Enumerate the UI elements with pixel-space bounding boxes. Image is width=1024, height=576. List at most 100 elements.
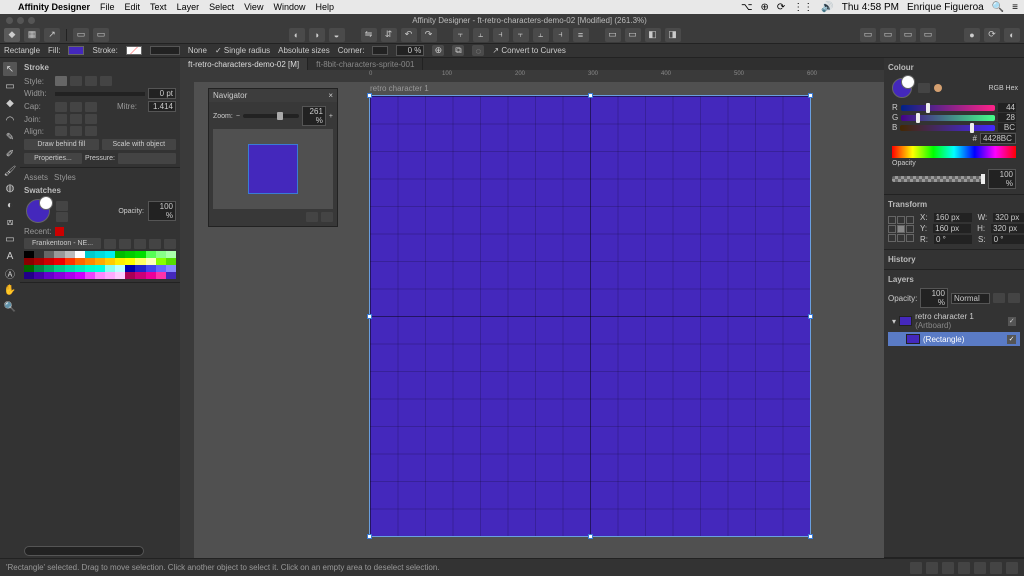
toolbar-btn[interactable]: ⧉ <box>452 45 464 56</box>
toolbar-btn[interactable]: ▭ <box>625 28 641 42</box>
anchor-grid[interactable] <box>888 216 914 242</box>
arrange-icon[interactable]: ≡ <box>573 28 589 42</box>
navigator-panel[interactable]: Navigator× Zoom:−261 %+ <box>208 88 338 227</box>
join-round[interactable] <box>70 114 82 124</box>
colour-selector[interactable] <box>892 78 912 98</box>
swatch-cell[interactable] <box>166 272 176 279</box>
picker-icon[interactable] <box>918 83 930 93</box>
menu-view[interactable]: View <box>244 2 263 12</box>
convert-curves-button[interactable]: ↗ Convert to Curves <box>492 46 565 55</box>
swatch-cell[interactable] <box>146 272 156 279</box>
artboard-tool-icon[interactable]: ▭ <box>3 79 17 93</box>
palette-opt[interactable] <box>149 239 161 249</box>
width-slider[interactable] <box>55 92 145 96</box>
pencil-tool-icon[interactable]: ✐ <box>3 147 17 161</box>
width-value[interactable]: 0 pt <box>148 88 176 99</box>
r-input[interactable]: 0 ° <box>934 235 972 244</box>
selection-handle[interactable] <box>808 534 813 539</box>
toolbar-btn[interactable]: ◌ <box>472 45 484 56</box>
selection-handle[interactable] <box>808 93 813 98</box>
swatch-cell[interactable] <box>135 265 145 272</box>
ruler-vertical[interactable] <box>180 82 194 558</box>
selection-handle[interactable] <box>367 314 372 319</box>
swatch-cell[interactable] <box>156 258 166 265</box>
g-slider[interactable] <box>901 115 995 121</box>
status-icon[interactable] <box>926 562 938 574</box>
draw-behind-check[interactable]: Draw behind fill <box>24 139 99 150</box>
visibility-checkbox[interactable]: ✓ <box>1007 335 1016 344</box>
close-icon[interactable]: × <box>328 91 333 100</box>
swatch-cell[interactable] <box>65 258 75 265</box>
layer-row-artboard[interactable]: ▾retro character 1 (Artboard)✓ <box>888 310 1020 332</box>
layer-opacity[interactable]: 100 % <box>920 288 948 308</box>
wifi-icon[interactable]: ⋮⋮ <box>793 2 813 13</box>
opacity-value[interactable]: 100 % <box>988 169 1016 189</box>
pen-tool-icon[interactable]: ✎ <box>3 130 17 144</box>
toolbar-btn[interactable]: ◑ <box>309 28 325 42</box>
toolbar-btn[interactable]: ▭ <box>860 28 876 42</box>
swatch-cell[interactable] <box>85 272 95 279</box>
cap-round[interactable] <box>70 102 82 112</box>
persona-pixel-icon[interactable]: ▦ <box>24 28 40 42</box>
selection-handle[interactable] <box>808 314 813 319</box>
abs-sizes-check[interactable]: Absolute sizes <box>278 46 330 55</box>
opacity-value[interactable]: 100 % <box>148 201 176 221</box>
selection-handle[interactable] <box>588 93 593 98</box>
toolbar-btn[interactable]: ◐ <box>289 28 305 42</box>
menu-layer[interactable]: Layer <box>177 2 200 12</box>
swatch-cell[interactable] <box>34 251 44 258</box>
selection-handle[interactable] <box>367 534 372 539</box>
w-input[interactable]: 320 px <box>993 213 1024 222</box>
chevron-down-icon[interactable]: ▾ <box>892 317 896 326</box>
single-radius-check[interactable]: ✓ Single radius <box>215 46 270 55</box>
corner-tool-icon[interactable]: ◠ <box>3 113 17 127</box>
b-slider[interactable] <box>900 125 995 131</box>
canvas-area[interactable]: ft-retro-characters-demo-02 [M] ft-8bit-… <box>180 58 884 558</box>
zoom-tool-icon[interactable]: 🔍 <box>3 300 17 314</box>
swatch-cell[interactable] <box>125 251 135 258</box>
toolbar-btn[interactable]: ⊕ <box>432 45 444 56</box>
toolbar-btn[interactable]: ◨ <box>665 28 681 42</box>
swatch-cell[interactable] <box>95 265 105 272</box>
swatch-cell[interactable] <box>34 272 44 279</box>
zoom-slider[interactable] <box>243 114 299 118</box>
stroke-width-input[interactable] <box>150 46 180 55</box>
swatch-cell[interactable] <box>24 265 34 272</box>
doc-tab[interactable]: ft-8bit-characters-sprite-001 <box>308 58 423 70</box>
swatch-cell[interactable] <box>85 258 95 265</box>
toolbar-btn[interactable]: ◒ <box>329 28 345 42</box>
notifications-icon[interactable]: ≡ <box>1012 2 1018 13</box>
menu-edit[interactable]: Edit <box>125 2 141 12</box>
x-input[interactable]: 160 px <box>934 213 972 222</box>
palette-opt[interactable] <box>119 239 131 249</box>
menu-help[interactable]: Help <box>315 2 334 12</box>
swatch-cell[interactable] <box>24 272 34 279</box>
g-value[interactable]: 28 <box>998 113 1016 122</box>
swatch-cell[interactable] <box>65 272 75 279</box>
menu-select[interactable]: Select <box>209 2 234 12</box>
menu-text[interactable]: Text <box>150 2 167 12</box>
tray-icon[interactable]: ⟳ <box>777 2 785 13</box>
layer-opt[interactable] <box>993 293 1005 303</box>
menu-file[interactable]: File <box>100 2 115 12</box>
help-icon[interactable]: ◐ <box>1004 28 1020 42</box>
swatch-cell[interactable] <box>115 258 125 265</box>
fill-swatch[interactable] <box>68 46 84 55</box>
tab-assets[interactable]: Assets <box>24 173 48 182</box>
swatch-cell[interactable] <box>54 265 64 272</box>
pan-tool-icon[interactable]: ✋ <box>3 283 17 297</box>
swatch-cell[interactable] <box>44 272 54 279</box>
b-value[interactable]: BC <box>998 123 1016 132</box>
zoom-in-icon[interactable]: + <box>329 113 333 120</box>
swatch-cell[interactable] <box>75 258 85 265</box>
move-tool-icon[interactable]: ↖ <box>3 62 17 76</box>
clock[interactable]: Thu 4:58 PM <box>842 2 899 13</box>
swatch-cell[interactable] <box>54 251 64 258</box>
swatch-cell[interactable] <box>24 251 34 258</box>
sync-icon[interactable]: ⟳ <box>984 28 1000 42</box>
swatch-cell[interactable] <box>44 258 54 265</box>
align-middle-icon[interactable]: ⫠ <box>533 28 549 42</box>
toolbar-btn[interactable]: ▭ <box>73 28 89 42</box>
style-solid[interactable] <box>70 76 82 86</box>
swatch-cell[interactable] <box>156 265 166 272</box>
